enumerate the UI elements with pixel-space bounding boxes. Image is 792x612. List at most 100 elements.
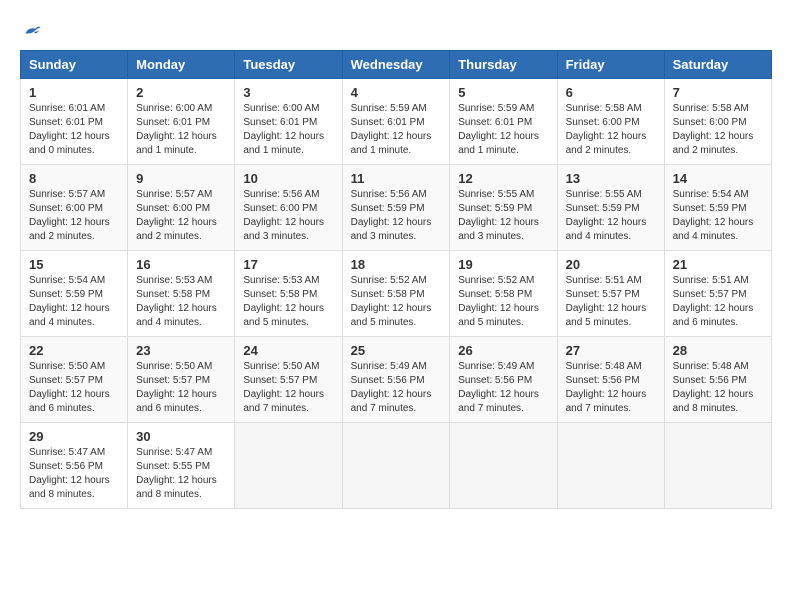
calendar-cell: 5 Sunrise: 5:59 AM Sunset: 6:01 PM Daylig… bbox=[450, 79, 557, 165]
calendar-cell: 16 Sunrise: 5:53 AM Sunset: 5:58 PM Dayli… bbox=[128, 251, 235, 337]
day-info: Sunrise: 5:54 AM Sunset: 5:59 PM Dayligh… bbox=[673, 188, 763, 244]
day-number: 3 bbox=[243, 85, 333, 100]
day-info: Sunrise: 6:00 AM Sunset: 6:01 PM Dayligh… bbox=[243, 102, 333, 158]
calendar-cell: 14Sunrise: 5:54 AM Sunset: 5:59 PM Dayli… bbox=[664, 165, 771, 251]
logo bbox=[20, 20, 44, 40]
day-info: Sunrise: 5:59 AM Sunset: 6:01 PM Dayligh… bbox=[458, 102, 548, 158]
day-info: Sunrise: 5:53 AM Sunset: 5:58 PM Dayligh… bbox=[136, 274, 226, 330]
calendar-cell: 17 Sunrise: 5:53 AM Sunset: 5:58 PM Dayli… bbox=[235, 251, 342, 337]
day-number: 18 bbox=[351, 257, 442, 272]
day-number: 10 bbox=[243, 171, 333, 186]
calendar-cell: 29 Sunrise: 5:47 AM Sunset: 5:56 PM Dayli… bbox=[21, 423, 128, 509]
day-header-tuesday: Tuesday bbox=[235, 51, 342, 79]
calendar-week-3: 15 Sunrise: 5:54 AM Sunset: 5:59 PM Dayli… bbox=[21, 251, 772, 337]
day-header-monday: Monday bbox=[128, 51, 235, 79]
day-number: 27 bbox=[566, 343, 656, 358]
day-number: 28 bbox=[673, 343, 763, 358]
calendar-cell bbox=[342, 423, 450, 509]
day-number: 1 bbox=[29, 85, 119, 100]
day-header-sunday: Sunday bbox=[21, 51, 128, 79]
day-info: Sunrise: 5:51 AM Sunset: 5:57 PM Dayligh… bbox=[566, 274, 656, 330]
calendar-cell: 25 Sunrise: 5:49 AM Sunset: 5:56 PM Dayli… bbox=[342, 337, 450, 423]
calendar-week-5: 29 Sunrise: 5:47 AM Sunset: 5:56 PM Dayli… bbox=[21, 423, 772, 509]
calendar-cell: 23 Sunrise: 5:50 AM Sunset: 5:57 PM Dayli… bbox=[128, 337, 235, 423]
calendar-cell: 30 Sunrise: 5:47 AM Sunset: 5:55 PM Dayli… bbox=[128, 423, 235, 509]
day-number: 11 bbox=[351, 171, 442, 186]
day-number: 13 bbox=[566, 171, 656, 186]
day-info: Sunrise: 5:51 AM Sunset: 5:57 PM Dayligh… bbox=[673, 274, 763, 330]
day-number: 26 bbox=[458, 343, 548, 358]
day-header-wednesday: Wednesday bbox=[342, 51, 450, 79]
day-info: Sunrise: 5:53 AM Sunset: 5:58 PM Dayligh… bbox=[243, 274, 333, 330]
day-info: Sunrise: 5:52 AM Sunset: 5:58 PM Dayligh… bbox=[458, 274, 548, 330]
day-header-friday: Friday bbox=[557, 51, 664, 79]
day-number: 9 bbox=[136, 171, 226, 186]
calendar-cell: 6 Sunrise: 5:58 AM Sunset: 6:00 PM Daylig… bbox=[557, 79, 664, 165]
day-info: Sunrise: 5:58 AM Sunset: 6:00 PM Dayligh… bbox=[566, 102, 656, 158]
calendar-cell: 20 Sunrise: 5:51 AM Sunset: 5:57 PM Dayli… bbox=[557, 251, 664, 337]
calendar-cell: 22Sunrise: 5:50 AM Sunset: 5:57 PM Dayli… bbox=[21, 337, 128, 423]
day-info: Sunrise: 5:56 AM Sunset: 6:00 PM Dayligh… bbox=[243, 188, 333, 244]
day-number: 21 bbox=[673, 257, 763, 272]
day-number: 20 bbox=[566, 257, 656, 272]
day-info: Sunrise: 5:52 AM Sunset: 5:58 PM Dayligh… bbox=[351, 274, 442, 330]
calendar-cell: 8Sunrise: 5:57 AM Sunset: 6:00 PM Daylig… bbox=[21, 165, 128, 251]
day-info: Sunrise: 5:47 AM Sunset: 5:56 PM Dayligh… bbox=[29, 446, 119, 502]
calendar-cell: 19 Sunrise: 5:52 AM Sunset: 5:58 PM Dayli… bbox=[450, 251, 557, 337]
day-number: 25 bbox=[351, 343, 442, 358]
day-number: 8 bbox=[29, 171, 119, 186]
header bbox=[20, 20, 772, 40]
calendar-table: SundayMondayTuesdayWednesdayThursdayFrid… bbox=[20, 50, 772, 509]
day-number: 30 bbox=[136, 429, 226, 444]
day-number: 16 bbox=[136, 257, 226, 272]
calendar-cell: 15 Sunrise: 5:54 AM Sunset: 5:59 PM Dayli… bbox=[21, 251, 128, 337]
calendar-cell: 26 Sunrise: 5:49 AM Sunset: 5:56 PM Dayli… bbox=[450, 337, 557, 423]
calendar-cell bbox=[235, 423, 342, 509]
day-info: Sunrise: 5:50 AM Sunset: 5:57 PM Dayligh… bbox=[136, 360, 226, 416]
day-info: Sunrise: 5:47 AM Sunset: 5:55 PM Dayligh… bbox=[136, 446, 226, 502]
day-number: 17 bbox=[243, 257, 333, 272]
day-number: 23 bbox=[136, 343, 226, 358]
day-info: Sunrise: 5:49 AM Sunset: 5:56 PM Dayligh… bbox=[458, 360, 548, 416]
calendar-cell: 24 Sunrise: 5:50 AM Sunset: 5:57 PM Dayli… bbox=[235, 337, 342, 423]
calendar-cell: 1 Sunrise: 6:01 AM Sunset: 6:01 PM Daylig… bbox=[21, 79, 128, 165]
day-number: 6 bbox=[566, 85, 656, 100]
day-info: Sunrise: 5:50 AM Sunset: 5:57 PM Dayligh… bbox=[243, 360, 333, 416]
day-header-thursday: Thursday bbox=[450, 51, 557, 79]
calendar-cell: 28Sunrise: 5:48 AM Sunset: 5:56 PM Dayli… bbox=[664, 337, 771, 423]
day-info: Sunrise: 5:49 AM Sunset: 5:56 PM Dayligh… bbox=[351, 360, 442, 416]
calendar-cell: 3 Sunrise: 6:00 AM Sunset: 6:01 PM Daylig… bbox=[235, 79, 342, 165]
day-number: 4 bbox=[351, 85, 442, 100]
calendar-week-1: 1 Sunrise: 6:01 AM Sunset: 6:01 PM Daylig… bbox=[21, 79, 772, 165]
day-number: 15 bbox=[29, 257, 119, 272]
calendar-cell: 13 Sunrise: 5:55 AM Sunset: 5:59 PM Dayli… bbox=[557, 165, 664, 251]
day-number: 5 bbox=[458, 85, 548, 100]
calendar-week-4: 22 Sunrise: 5:50 AM Sunset: 5:57 PM Dayli… bbox=[21, 337, 772, 423]
day-info: Sunrise: 5:56 AM Sunset: 5:59 PM Dayligh… bbox=[351, 188, 442, 244]
day-number: 7 bbox=[673, 85, 763, 100]
day-info: Sunrise: 6:00 AM Sunset: 6:01 PM Dayligh… bbox=[136, 102, 226, 158]
calendar-cell: 9Sunrise: 5:57 AM Sunset: 6:00 PM Daylig… bbox=[128, 165, 235, 251]
day-info: Sunrise: 5:58 AM Sunset: 6:00 PM Dayligh… bbox=[673, 102, 763, 158]
calendar-cell bbox=[557, 423, 664, 509]
day-number: 22 bbox=[29, 343, 119, 358]
calendar-cell: 10 Sunrise: 5:56 AM Sunset: 6:00 PM Dayli… bbox=[235, 165, 342, 251]
day-info: Sunrise: 6:01 AM Sunset: 6:01 PM Dayligh… bbox=[29, 102, 119, 158]
day-info: Sunrise: 5:48 AM Sunset: 5:56 PM Dayligh… bbox=[566, 360, 656, 416]
day-number: 19 bbox=[458, 257, 548, 272]
day-header-saturday: Saturday bbox=[664, 51, 771, 79]
calendar-cell: 12Sunrise: 5:55 AM Sunset: 5:59 PM Dayli… bbox=[450, 165, 557, 251]
logo-bird-icon bbox=[22, 20, 42, 40]
day-info: Sunrise: 5:54 AM Sunset: 5:59 PM Dayligh… bbox=[29, 274, 119, 330]
day-info: Sunrise: 5:55 AM Sunset: 5:59 PM Dayligh… bbox=[566, 188, 656, 244]
calendar-cell: 7 Sunrise: 5:58 AM Sunset: 6:00 PM Daylig… bbox=[664, 79, 771, 165]
calendar-cell: 2Sunrise: 6:00 AM Sunset: 6:01 PM Daylig… bbox=[128, 79, 235, 165]
day-number: 29 bbox=[29, 429, 119, 444]
calendar-cell: 21 Sunrise: 5:51 AM Sunset: 5:57 PM Dayli… bbox=[664, 251, 771, 337]
day-number: 24 bbox=[243, 343, 333, 358]
day-info: Sunrise: 5:55 AM Sunset: 5:59 PM Dayligh… bbox=[458, 188, 548, 244]
calendar-week-2: 8Sunrise: 5:57 AM Sunset: 6:00 PM Daylig… bbox=[21, 165, 772, 251]
calendar-cell: 4Sunrise: 5:59 AM Sunset: 6:01 PM Daylig… bbox=[342, 79, 450, 165]
calendar-cell bbox=[664, 423, 771, 509]
calendar-cell bbox=[450, 423, 557, 509]
